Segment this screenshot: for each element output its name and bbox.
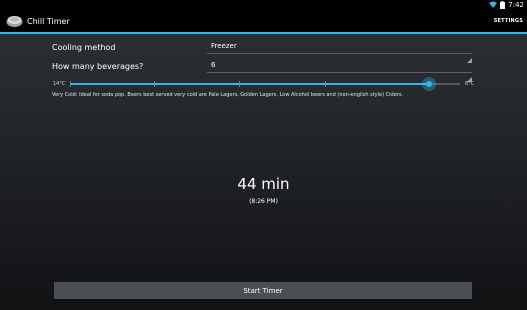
beverage-description: Very Cold: Ideal for soda pop. Beers bes…: [52, 92, 404, 98]
status-time: 7:42: [508, 0, 524, 9]
timer-end-time: (8:26 PM): [249, 198, 278, 205]
slider-tick: [239, 81, 240, 87]
spinner-arrow-icon: [467, 67, 472, 82]
app-title: Chill Timer: [27, 17, 70, 26]
slider-thumb[interactable]: [422, 77, 436, 91]
temperature-slider[interactable]: [70, 77, 460, 91]
cooling-method-label: Cooling method: [52, 43, 116, 52]
wifi-icon: [489, 1, 498, 8]
battery-icon: [500, 0, 506, 9]
slider-tick: [70, 81, 71, 87]
slider-fill: [70, 83, 429, 85]
cooling-method-spinner[interactable]: Freezer: [207, 42, 472, 63]
slider-min-label: 14°C: [53, 81, 66, 87]
settings-button[interactable]: SETTINGS: [494, 13, 523, 29]
beverage-count-label: How many beverages?: [52, 62, 144, 71]
spinner-arrow-icon: [467, 48, 472, 63]
status-bar: 7:42: [0, 0, 527, 9]
beverage-count-spinner[interactable]: 6: [207, 61, 472, 82]
slider-max-label: 6°C: [465, 81, 475, 87]
status-icons: 7:42: [489, 0, 524, 9]
cooling-method-value: Freezer: [211, 42, 237, 50]
app-icon[interactable]: [6, 13, 23, 32]
slider-tick: [325, 81, 326, 87]
start-timer-button[interactable]: Start Timer: [54, 282, 472, 299]
action-bar-divider: [0, 32, 527, 34]
beverage-count-value: 6: [211, 61, 216, 69]
slider-tick: [154, 81, 155, 87]
action-bar: [0, 9, 527, 32]
timer-duration: 44 min: [237, 175, 290, 193]
